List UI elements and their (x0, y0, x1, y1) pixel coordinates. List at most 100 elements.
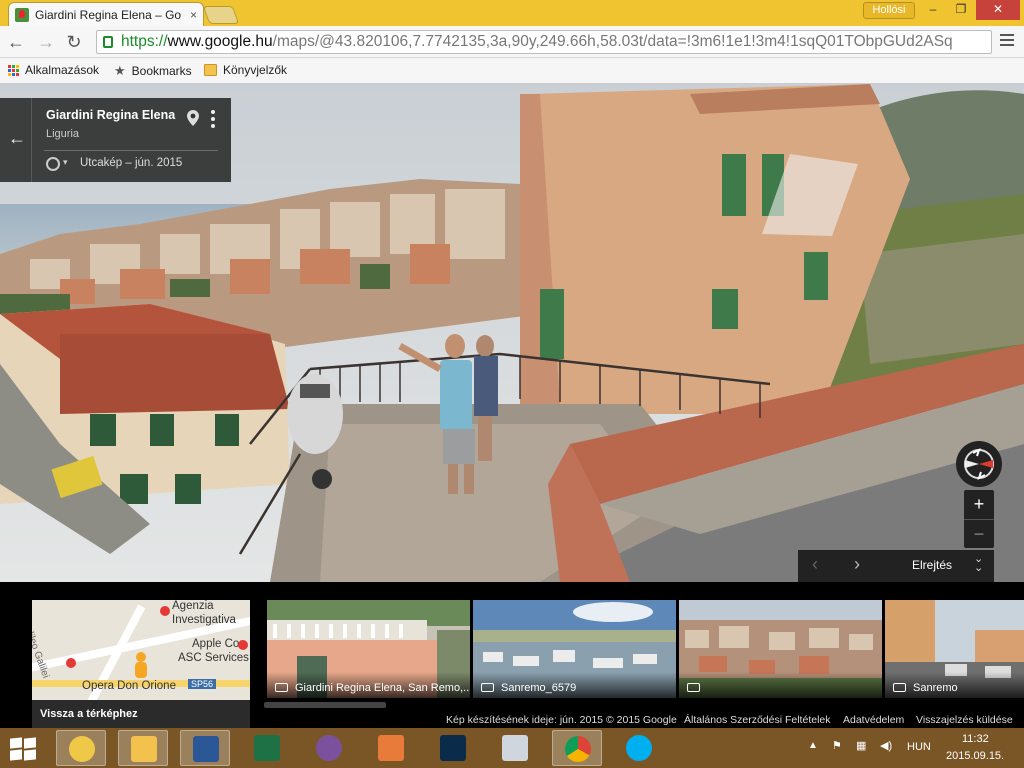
dropdown-caret-icon[interactable]: ▾ (63, 157, 68, 168)
zoom-out-button[interactable]: − (964, 520, 994, 549)
taskbar-word[interactable] (180, 730, 230, 766)
volume-icon[interactable]: ◀) (880, 739, 892, 752)
photoshop-icon (440, 735, 466, 761)
privacy-link[interactable]: Adatvédelem (843, 714, 904, 726)
pegman-icon[interactable] (134, 652, 148, 682)
filmstrip-scrollbar[interactable] (264, 702, 386, 708)
taskbar-notes[interactable] (366, 730, 416, 766)
street-view-panorama[interactable]: ← Giardini Regina Elena Liguria ▾ Utcaké… (0, 84, 1024, 582)
maximize-button[interactable]: ❐ (948, 0, 974, 20)
apps-grid-icon (8, 64, 19, 76)
taskbar-chrome[interactable] (552, 730, 602, 766)
language-indicator[interactable]: HUN (907, 741, 931, 753)
thumbnail-caption-text: Sanremo_6579 (501, 682, 577, 694)
time-travel-clock-icon[interactable] (46, 157, 60, 171)
skype-icon (626, 735, 652, 761)
url-scheme: https:// (121, 33, 168, 50)
browser-toolbar: ← → ↻ https://www.google.hu/maps/@43.820… (0, 26, 1024, 58)
clock-time[interactable]: 11:32 (962, 733, 989, 745)
next-arrow-icon[interactable]: › (854, 554, 860, 575)
collapse-chevron-icon[interactable]: ⌄ ⌄ (974, 554, 983, 574)
capture-date-text: Kép készítésének ideje: jún. 2015 (446, 714, 604, 726)
camera-icon (481, 683, 494, 692)
back-arrow-icon[interactable]: ← (8, 128, 26, 149)
minimize-button[interactable]: – (920, 0, 946, 20)
taskbar-outlook[interactable] (56, 730, 106, 766)
360-photo-icon (275, 683, 288, 692)
flag-icon[interactable]: ⚑ (832, 739, 842, 752)
taskbar-calculator[interactable] (490, 730, 540, 766)
map-pin-icon[interactable] (187, 110, 199, 126)
thumbnail-card[interactable]: Sanremo_6579 (473, 600, 676, 698)
forward-arrow-icon[interactable]: → (36, 32, 56, 52)
poi-marker-icon[interactable] (160, 606, 170, 616)
bookmark-apps-label: Alkalmazások (25, 63, 100, 77)
prev-arrow-icon[interactable]: ‹ (812, 554, 818, 575)
mini-map[interactable]: Agenzia Investigativa Apple Con ASC Serv… (32, 600, 250, 728)
terms-link[interactable]: Általános Szerződési Feltételek (684, 714, 831, 726)
taskbar-photoshop[interactable] (428, 730, 478, 766)
profile-button[interactable]: Hollósi (863, 2, 915, 19)
url-host: www.google.hu (167, 33, 273, 50)
browser-titlebar: Giardini Regina Elena – Go × Hollósi – ❐… (0, 0, 1024, 26)
maps-favicon-icon (15, 7, 29, 22)
thumbnail-caption: Sanremo (885, 672, 1024, 698)
tab-close-icon[interactable]: × (190, 8, 197, 22)
bookmark-bookmarks-label: Bookmarks (131, 64, 192, 78)
more-options-icon[interactable] (211, 110, 215, 131)
outlook-icon (69, 736, 95, 762)
thumbnail-card[interactable]: Sanremo (885, 600, 1024, 698)
feedback-link[interactable]: Visszajelzés küldése (916, 714, 1013, 726)
taskbar-skype[interactable] (614, 730, 664, 766)
back-arrow-icon[interactable]: ← (6, 32, 26, 52)
poi-marker-icon[interactable] (238, 640, 248, 650)
reload-icon[interactable]: ↻ (64, 32, 84, 52)
bookmark-folder[interactable]: Könyvjelzők (204, 63, 287, 77)
bookmark-bookmarks[interactable]: ★ Bookmarks (114, 63, 192, 79)
thumbnail-card[interactable] (679, 600, 882, 698)
road-shield: SP56 (188, 679, 217, 689)
photo-filmstrip: Agenzia Investigativa Apple Con ASC Serv… (0, 582, 1024, 728)
clock-date[interactable]: 2015.09.15. (946, 750, 1004, 762)
compass-icon[interactable] (956, 441, 1002, 487)
thumbnail-caption-text: Sanremo (913, 682, 958, 694)
taskbar-explorer[interactable] (118, 730, 168, 766)
map-label: Agenzia (172, 600, 214, 612)
word-icon (193, 736, 219, 762)
excel-icon (254, 735, 280, 761)
poi-marker-icon[interactable] (66, 658, 76, 668)
thumbnail-caption: Giardini Regina Elena, San Remo,... (267, 672, 470, 698)
lock-icon (103, 36, 113, 48)
chrome-menu-icon[interactable] (1000, 34, 1014, 50)
thumbnail-caption-text: Giardini Regina Elena, San Remo,... (295, 682, 470, 694)
hide-filmstrip-button[interactable]: Elrejtés (912, 558, 952, 572)
close-window-button[interactable]: ✕ (976, 0, 1020, 20)
capture-date-label: Utcakép – jún. 2015 (80, 157, 183, 169)
start-button-icon[interactable] (10, 737, 36, 761)
place-region: Liguria (46, 128, 80, 140)
new-tab-button[interactable] (202, 6, 240, 24)
taskbar-excel[interactable] (242, 730, 292, 766)
tray-expand-icon[interactable]: ▲ (808, 740, 818, 751)
camera-icon (687, 683, 700, 692)
360-photo-icon (893, 683, 906, 692)
map-label: Investigativa (172, 614, 236, 626)
zoom-in-button[interactable]: + (964, 490, 994, 519)
taskbar-viber[interactable] (304, 730, 354, 766)
card-separator (44, 150, 218, 151)
filmstrip-nav-bar: ‹ › Elrejtés ⌄ ⌄ (798, 550, 994, 582)
folder-icon (204, 64, 217, 76)
thumbnail-card[interactable]: Giardini Regina Elena, San Remo,... (267, 600, 470, 698)
maps-footer: Kép készítésének ideje: jún. 2015 © 2015… (0, 710, 1024, 728)
notes-icon (378, 735, 404, 761)
viber-icon (316, 735, 342, 761)
browser-tab[interactable]: Giardini Regina Elena – Go × (8, 2, 204, 26)
bookmark-apps[interactable]: Alkalmazások (8, 63, 99, 77)
thumbnail-caption: Sanremo_6579 (473, 672, 676, 698)
zoom-control: + − (964, 490, 994, 548)
network-icon[interactable]: ▦ (856, 739, 866, 752)
url-path: /maps/@43.820106,7.7742135,3a,90y,249.66… (272, 33, 953, 50)
star-icon: ★ (114, 63, 126, 78)
location-info-card: ← Giardini Regina Elena Liguria ▾ Utcaké… (0, 98, 231, 182)
address-bar[interactable]: https://www.google.hu/maps/@43.820106,7.… (96, 30, 992, 54)
